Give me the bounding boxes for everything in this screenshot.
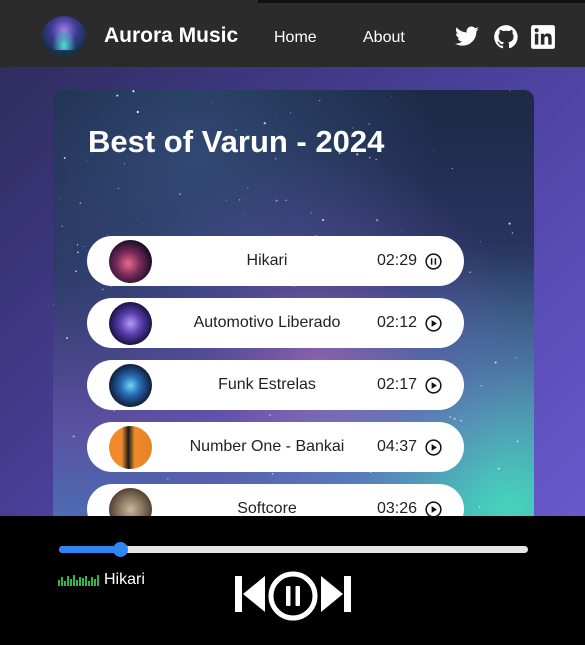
github-icon[interactable]: [493, 24, 519, 50]
track-title: Number One - Bankai: [189, 438, 345, 455]
aurora-logo[interactable]: [42, 16, 86, 56]
seek-progress-fill: [59, 546, 120, 553]
track-thumbnail: [109, 302, 152, 345]
play-icon[interactable]: [425, 439, 442, 456]
track-item-automotivo-liberado[interactable]: Automotivo Liberado 02:12: [87, 298, 464, 348]
nav-home-link[interactable]: Home: [274, 29, 317, 47]
pause-icon[interactable]: [267, 570, 319, 622]
track-duration: 02:17: [377, 376, 418, 393]
track-title: Automotivo Liberado: [193, 314, 341, 331]
player-bar: Hikari: [0, 516, 585, 645]
track-duration: 02:29: [377, 252, 418, 269]
brand-name[interactable]: Aurora Music: [104, 24, 238, 48]
equalizer-icon: [58, 575, 99, 586]
track-title: Funk Estrelas: [218, 376, 316, 393]
play-icon[interactable]: [425, 377, 442, 394]
track-thumbnail: [109, 364, 152, 407]
track-duration: 04:37: [377, 438, 418, 455]
previous-icon[interactable]: [234, 572, 268, 616]
top-edge-line: [258, 0, 585, 3]
seek-slider[interactable]: [59, 542, 528, 557]
now-playing-title: Hikari: [104, 571, 145, 588]
track-item-hikari[interactable]: Hikari 02:29: [87, 236, 464, 286]
track-title: Hikari: [246, 252, 288, 269]
track-thumbnail: [109, 240, 152, 283]
seek-handle[interactable]: [112, 542, 128, 557]
playlist-card: Best of Varun - 2024 Hikari 02:29 Automo…: [53, 90, 534, 530]
play-icon[interactable]: [425, 315, 442, 332]
pause-icon[interactable]: [425, 253, 442, 270]
next-icon[interactable]: [318, 572, 352, 616]
playlist-title: Best of Varun - 2024: [88, 124, 385, 159]
twitter-icon[interactable]: [454, 24, 480, 50]
navbar: Aurora Music Home About: [0, 0, 585, 67]
nav-about-link[interactable]: About: [363, 29, 405, 47]
linkedin-icon[interactable]: [530, 24, 556, 50]
track-item-funk-estrelas[interactable]: Funk Estrelas 02:17: [87, 360, 464, 410]
track-item-number-one-bankai[interactable]: Number One - Bankai 04:37: [87, 422, 464, 472]
track-thumbnail: [109, 426, 152, 469]
track-duration: 02:12: [377, 314, 418, 331]
